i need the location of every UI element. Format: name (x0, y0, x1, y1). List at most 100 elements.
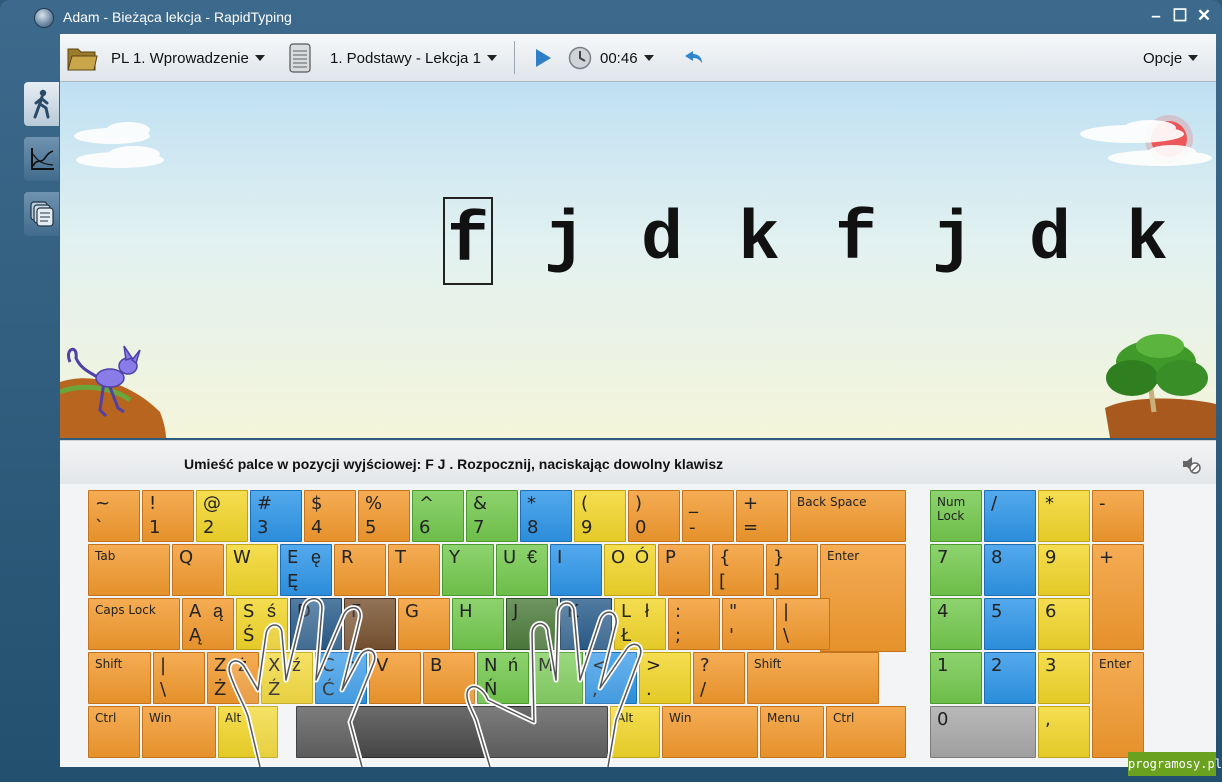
keyboard-key[interactable]: }] (766, 544, 818, 596)
keyboard-key[interactable]: P (658, 544, 710, 596)
keyboard-key[interactable]: K (560, 598, 612, 650)
exercise-area[interactable]: f j d k f j d k (60, 82, 1216, 438)
keyboard-key[interactable]: @2 (196, 490, 248, 542)
keyboard-key[interactable]: AĄą (182, 598, 234, 650)
keyboard-key[interactable]: 8 (984, 544, 1036, 596)
key-label: ! (149, 493, 157, 514)
keyboard-key[interactable]: ) 0 (628, 490, 680, 542)
keyboard-key[interactable]: <, (585, 652, 637, 704)
walking-person-icon (33, 89, 49, 119)
keyboard-key[interactable]: ^ 6 (412, 490, 464, 542)
keyboard-key[interactable]: * (1038, 490, 1090, 542)
keyboard-key[interactable]: % 5 (358, 490, 410, 542)
play-button[interactable] (534, 34, 552, 82)
keyboard-key[interactable]: " ' (722, 598, 774, 650)
keyboard-key[interactable]: & 7 (466, 490, 518, 542)
keyboard-key[interactable]: Y (442, 544, 494, 596)
keyboard-key[interactable]: Shift (747, 652, 879, 704)
options-menu[interactable]: Opcje (1143, 34, 1199, 82)
keyboard-key[interactable]: , (1038, 706, 1090, 758)
keyboard-key[interactable]: V (369, 652, 421, 704)
sound-toggle-button[interactable] (1180, 453, 1202, 480)
keyboard-key[interactable]: CĆć (315, 652, 367, 704)
keyboard-key[interactable]: Win (662, 706, 758, 758)
keyboard-key[interactable]: T (388, 544, 440, 596)
minimize-button[interactable]: – (1146, 6, 1166, 26)
keyboard-key[interactable]: >. (639, 652, 691, 704)
keyboard-key[interactable]: 7 (930, 544, 982, 596)
keyboard-key[interactable]: ZŻż (207, 652, 259, 704)
sidebar-library-button[interactable] (24, 192, 59, 236)
keyboard-key[interactable]: 2 (984, 652, 1036, 704)
keyboard-key[interactable]: R (334, 544, 386, 596)
restart-button[interactable] (682, 34, 704, 82)
keyboard-key[interactable]: #3 (250, 490, 302, 542)
sidebar-lesson-button[interactable] (24, 82, 59, 126)
keyboard-key[interactable]: Caps Lock (88, 598, 180, 650)
keyboard-key[interactable]: + (1092, 544, 1144, 650)
course-selector[interactable]: PL 1. Wprowadzenie (66, 34, 265, 82)
keyboard-key[interactable]: H (452, 598, 504, 650)
keyboard-key[interactable]: Menu (760, 706, 824, 758)
keyboard-key[interactable]: | \ (153, 652, 205, 704)
keyboard-key[interactable]: ! 1 (142, 490, 194, 542)
key-shift-label: 4 (311, 517, 323, 538)
keyboard-key[interactable]: 4 (930, 598, 982, 650)
keyboard-key[interactable]: NŃń (477, 652, 529, 704)
keyboard-key[interactable]: 0 (930, 706, 1036, 758)
keyboard-key[interactable]: Num Lock (930, 490, 982, 542)
sidebar-statistics-button[interactable] (24, 137, 59, 181)
keyboard-key[interactable]: Tab (88, 544, 170, 596)
keyboard-key[interactable]: W (226, 544, 278, 596)
keyboard-key[interactable]: $4 (304, 490, 356, 542)
keyboard-key[interactable]: U € (496, 544, 548, 596)
keyboard-key[interactable] (296, 706, 608, 758)
keyboard-key[interactable]: 6 (1038, 598, 1090, 650)
key-label: / (991, 493, 998, 514)
keyboard-key[interactable]: SŚś (236, 598, 288, 650)
keyboard-key[interactable]: 1 (930, 652, 982, 704)
keyboard-key[interactable]: G (398, 598, 450, 650)
keyboard-key[interactable]: Back Space (790, 490, 906, 542)
keyboard-key[interactable]: Alt (218, 706, 278, 758)
keyboard-key[interactable]: Alt (610, 706, 660, 758)
lesson-selector[interactable]: 1. Podstawy - Lekcja 1 (288, 34, 497, 82)
keyboard-key[interactable]: ~ ` (88, 490, 140, 542)
keyboard-key[interactable]: (9 (574, 490, 626, 542)
keyboard-key[interactable]: D (290, 598, 342, 650)
keyboard-key[interactable]: ? / (693, 652, 745, 704)
keyboard-key[interactable]: B (423, 652, 475, 704)
keyboard-key[interactable]: 5 (984, 598, 1036, 650)
keyboard-key[interactable]: - (1092, 490, 1144, 542)
keyboard-key[interactable]: Win (142, 706, 216, 758)
timer-selector[interactable]: 00:46 (568, 34, 654, 82)
keyboard-key[interactable]: {[ (712, 544, 764, 596)
keyboard-key[interactable]: 9 (1038, 544, 1090, 596)
keyboard-key[interactable]: M (531, 652, 583, 704)
keyboard-key[interactable]: Q (172, 544, 224, 596)
keyboard-key[interactable]: + = (736, 490, 788, 542)
keyboard-key[interactable]: XŹź (261, 652, 313, 704)
keyboard-key[interactable]: _ - (682, 490, 734, 542)
keyboard-key[interactable]: OÓ (604, 544, 656, 596)
keyboard-key[interactable]: Shift (88, 652, 151, 704)
close-button[interactable]: ✕ (1194, 6, 1214, 26)
keyboard-key[interactable]: Enter (1092, 652, 1144, 758)
keyboard-key[interactable]: LŁł (614, 598, 666, 650)
keyboard-key[interactable]: Enter (820, 544, 906, 652)
keyboard-key[interactable]: I (550, 544, 602, 596)
key-label: Enter (1099, 657, 1132, 671)
keyboard-key[interactable]: EĘę (280, 544, 332, 596)
maximize-button[interactable]: ☐ (1170, 6, 1190, 26)
keyboard-key[interactable]: Ctrl (826, 706, 906, 758)
app-logo-icon[interactable] (34, 8, 54, 28)
keyboard-key[interactable]: :; (668, 598, 720, 650)
keyboard-key[interactable]: | \ (776, 598, 830, 650)
keyboard-key[interactable]: J (506, 598, 558, 650)
keyboard-key[interactable]: / (984, 490, 1036, 542)
keyboard-key[interactable]: 3 (1038, 652, 1090, 704)
key-label: Ctrl (95, 711, 117, 725)
keyboard-key[interactable]: F (344, 598, 396, 650)
keyboard-key[interactable]: Ctrl (88, 706, 140, 758)
keyboard-key[interactable]: * 8 (520, 490, 572, 542)
